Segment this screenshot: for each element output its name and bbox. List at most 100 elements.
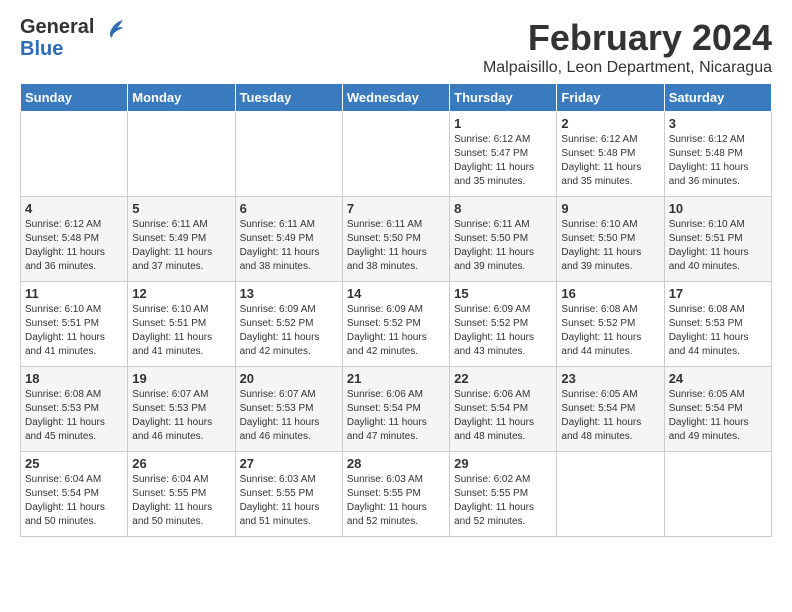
weekday-header: Wednesday xyxy=(342,84,449,112)
day-number: 14 xyxy=(347,286,445,301)
calendar-cell: 16 Sunrise: 6:08 AM Sunset: 5:52 PM Dayli… xyxy=(557,282,664,367)
day-info: Sunrise: 6:07 AM Sunset: 5:53 PM Dayligh… xyxy=(240,388,338,444)
day-number: 5 xyxy=(132,201,230,216)
day-number: 4 xyxy=(25,201,123,216)
weekday-header: Saturday xyxy=(664,84,771,112)
day-info: Sunrise: 6:11 AM Sunset: 5:50 PM Dayligh… xyxy=(347,218,445,274)
day-number: 25 xyxy=(25,456,123,471)
day-number: 7 xyxy=(347,201,445,216)
calendar-cell: 15Sunrise: 6:09 AM Sunset: 5:52 PM Dayli… xyxy=(450,282,557,367)
day-number: 22 xyxy=(454,371,552,386)
title-area: February 2024 Malpaisillo, Leon Departme… xyxy=(483,16,772,77)
day-info: Sunrise: 6:06 AM Sunset: 5:54 PM Dayligh… xyxy=(347,388,445,444)
day-info: Sunrise: 6:04 AM Sunset: 5:55 PM Dayligh… xyxy=(132,473,230,529)
calendar-week-row: 1 Sunrise: 6:12 AM Sunset: 5:47 PM Daylig… xyxy=(21,112,772,197)
day-number: 13 xyxy=(240,286,338,301)
calendar-table: SundayMondayTuesdayWednesdayThursdayFrid… xyxy=(20,83,772,537)
day-info: Sunrise: 6:05 AM Sunset: 5:54 PM Dayligh… xyxy=(561,388,659,444)
logo-bird-icon xyxy=(101,20,123,38)
calendar-cell: 23 Sunrise: 6:05 AM Sunset: 5:54 PM Dayli… xyxy=(557,367,664,452)
day-info: Sunrise: 6:04 AM Sunset: 5:54 PM Dayligh… xyxy=(25,473,123,529)
day-info: Sunrise: 6:10 AM Sunset: 5:51 PM Dayligh… xyxy=(132,303,230,359)
weekday-header: Tuesday xyxy=(235,84,342,112)
weekday-header: Monday xyxy=(128,84,235,112)
calendar-cell: 24 Sunrise: 6:05 AM Sunset: 5:54 PM Dayli… xyxy=(664,367,771,452)
calendar-header-row: SundayMondayTuesdayWednesdayThursdayFrid… xyxy=(21,84,772,112)
day-number: 3 xyxy=(669,116,767,131)
day-number: 10 xyxy=(669,201,767,216)
day-number: 6 xyxy=(240,201,338,216)
day-number: 26 xyxy=(132,456,230,471)
day-info: Sunrise: 6:11 AM Sunset: 5:49 PM Dayligh… xyxy=(240,218,338,274)
page-header: General Blue February 2024 Malpaisillo, … xyxy=(20,16,772,77)
weekday-header: Thursday xyxy=(450,84,557,112)
day-info: Sunrise: 6:08 AM Sunset: 5:53 PM Dayligh… xyxy=(669,303,767,359)
logo-general: General xyxy=(20,16,94,38)
calendar-cell: 13 Sunrise: 6:09 AM Sunset: 5:52 PM Dayli… xyxy=(235,282,342,367)
day-info: Sunrise: 6:06 AM Sunset: 5:54 PM Dayligh… xyxy=(454,388,552,444)
day-info: Sunrise: 6:10 AM Sunset: 5:51 PM Dayligh… xyxy=(669,218,767,274)
day-info: Sunrise: 6:10 AM Sunset: 5:50 PM Dayligh… xyxy=(561,218,659,274)
day-info: Sunrise: 6:12 AM Sunset: 5:48 PM Dayligh… xyxy=(25,218,123,274)
day-info: Sunrise: 6:03 AM Sunset: 5:55 PM Dayligh… xyxy=(240,473,338,529)
day-info: Sunrise: 6:08 AM Sunset: 5:53 PM Dayligh… xyxy=(25,388,123,444)
day-info: Sunrise: 6:03 AM Sunset: 5:55 PM Dayligh… xyxy=(347,473,445,529)
calendar-cell: 8 Sunrise: 6:11 AM Sunset: 5:50 PM Daylig… xyxy=(450,197,557,282)
calendar-cell: 14 Sunrise: 6:09 AM Sunset: 5:52 PM Dayli… xyxy=(342,282,449,367)
day-number: 17 xyxy=(669,286,767,301)
day-info: Sunrise: 6:02 AM Sunset: 5:55 PM Dayligh… xyxy=(454,473,552,529)
calendar-week-row: 4 Sunrise: 6:12 AM Sunset: 5:48 PM Daylig… xyxy=(21,197,772,282)
day-number: 1 xyxy=(454,116,552,131)
calendar-cell: 26 Sunrise: 6:04 AM Sunset: 5:55 PM Dayli… xyxy=(128,452,235,537)
day-number: 23 xyxy=(561,371,659,386)
calendar-cell: 1 Sunrise: 6:12 AM Sunset: 5:47 PM Daylig… xyxy=(450,112,557,197)
day-info: Sunrise: 6:11 AM Sunset: 5:50 PM Dayligh… xyxy=(454,218,552,274)
calendar-cell: 17 Sunrise: 6:08 AM Sunset: 5:53 PM Dayli… xyxy=(664,282,771,367)
day-info: Sunrise: 6:08 AM Sunset: 5:52 PM Dayligh… xyxy=(561,303,659,359)
calendar-cell: 10 Sunrise: 6:10 AM Sunset: 5:51 PM Dayli… xyxy=(664,197,771,282)
day-info: Sunrise: 6:07 AM Sunset: 5:53 PM Dayligh… xyxy=(132,388,230,444)
calendar-cell: 25 Sunrise: 6:04 AM Sunset: 5:54 PM Dayli… xyxy=(21,452,128,537)
calendar-cell xyxy=(342,112,449,197)
day-info: Sunrise: 6:09 AM Sunset: 5:52 PM Dayligh… xyxy=(454,303,552,359)
location-title: Malpaisillo, Leon Department, Nicaragua xyxy=(483,59,772,77)
day-number: 16 xyxy=(561,286,659,301)
calendar-week-row: 11Sunrise: 6:10 AM Sunset: 5:51 PM Dayli… xyxy=(21,282,772,367)
calendar-cell xyxy=(235,112,342,197)
day-info: Sunrise: 6:05 AM Sunset: 5:54 PM Dayligh… xyxy=(669,388,767,444)
day-info: Sunrise: 6:10 AM Sunset: 5:51 PM Dayligh… xyxy=(25,303,123,359)
calendar-cell: 7 Sunrise: 6:11 AM Sunset: 5:50 PM Daylig… xyxy=(342,197,449,282)
calendar-week-row: 18 Sunrise: 6:08 AM Sunset: 5:53 PM Dayli… xyxy=(21,367,772,452)
day-number: 24 xyxy=(669,371,767,386)
calendar-cell: 12 Sunrise: 6:10 AM Sunset: 5:51 PM Dayli… xyxy=(128,282,235,367)
day-info: Sunrise: 6:12 AM Sunset: 5:47 PM Dayligh… xyxy=(454,133,552,189)
day-info: Sunrise: 6:09 AM Sunset: 5:52 PM Dayligh… xyxy=(347,303,445,359)
calendar-cell: 18 Sunrise: 6:08 AM Sunset: 5:53 PM Dayli… xyxy=(21,367,128,452)
day-number: 27 xyxy=(240,456,338,471)
day-info: Sunrise: 6:11 AM Sunset: 5:49 PM Dayligh… xyxy=(132,218,230,274)
calendar-cell: 5 Sunrise: 6:11 AM Sunset: 5:49 PM Daylig… xyxy=(128,197,235,282)
day-info: Sunrise: 6:12 AM Sunset: 5:48 PM Dayligh… xyxy=(669,133,767,189)
calendar-cell: 6 Sunrise: 6:11 AM Sunset: 5:49 PM Daylig… xyxy=(235,197,342,282)
day-number: 2 xyxy=(561,116,659,131)
day-info: Sunrise: 6:12 AM Sunset: 5:48 PM Dayligh… xyxy=(561,133,659,189)
calendar-cell: 3 Sunrise: 6:12 AM Sunset: 5:48 PM Daylig… xyxy=(664,112,771,197)
logo-blue: Blue xyxy=(20,38,63,60)
day-number: 18 xyxy=(25,371,123,386)
day-number: 12 xyxy=(132,286,230,301)
calendar-cell: 29 Sunrise: 6:02 AM Sunset: 5:55 PM Dayli… xyxy=(450,452,557,537)
day-number: 29 xyxy=(454,456,552,471)
calendar-cell: 11Sunrise: 6:10 AM Sunset: 5:51 PM Dayli… xyxy=(21,282,128,367)
logo: General Blue xyxy=(20,16,123,60)
weekday-header: Friday xyxy=(557,84,664,112)
calendar-cell: 9Sunrise: 6:10 AM Sunset: 5:50 PM Daylig… xyxy=(557,197,664,282)
month-title: February 2024 xyxy=(483,16,772,59)
calendar-cell: 27 Sunrise: 6:03 AM Sunset: 5:55 PM Dayli… xyxy=(235,452,342,537)
weekday-header: Sunday xyxy=(21,84,128,112)
day-info: Sunrise: 6:09 AM Sunset: 5:52 PM Dayligh… xyxy=(240,303,338,359)
day-number: 8 xyxy=(454,201,552,216)
calendar-cell: 21 Sunrise: 6:06 AM Sunset: 5:54 PM Dayli… xyxy=(342,367,449,452)
day-number: 21 xyxy=(347,371,445,386)
day-number: 28 xyxy=(347,456,445,471)
calendar-week-row: 25 Sunrise: 6:04 AM Sunset: 5:54 PM Dayli… xyxy=(21,452,772,537)
